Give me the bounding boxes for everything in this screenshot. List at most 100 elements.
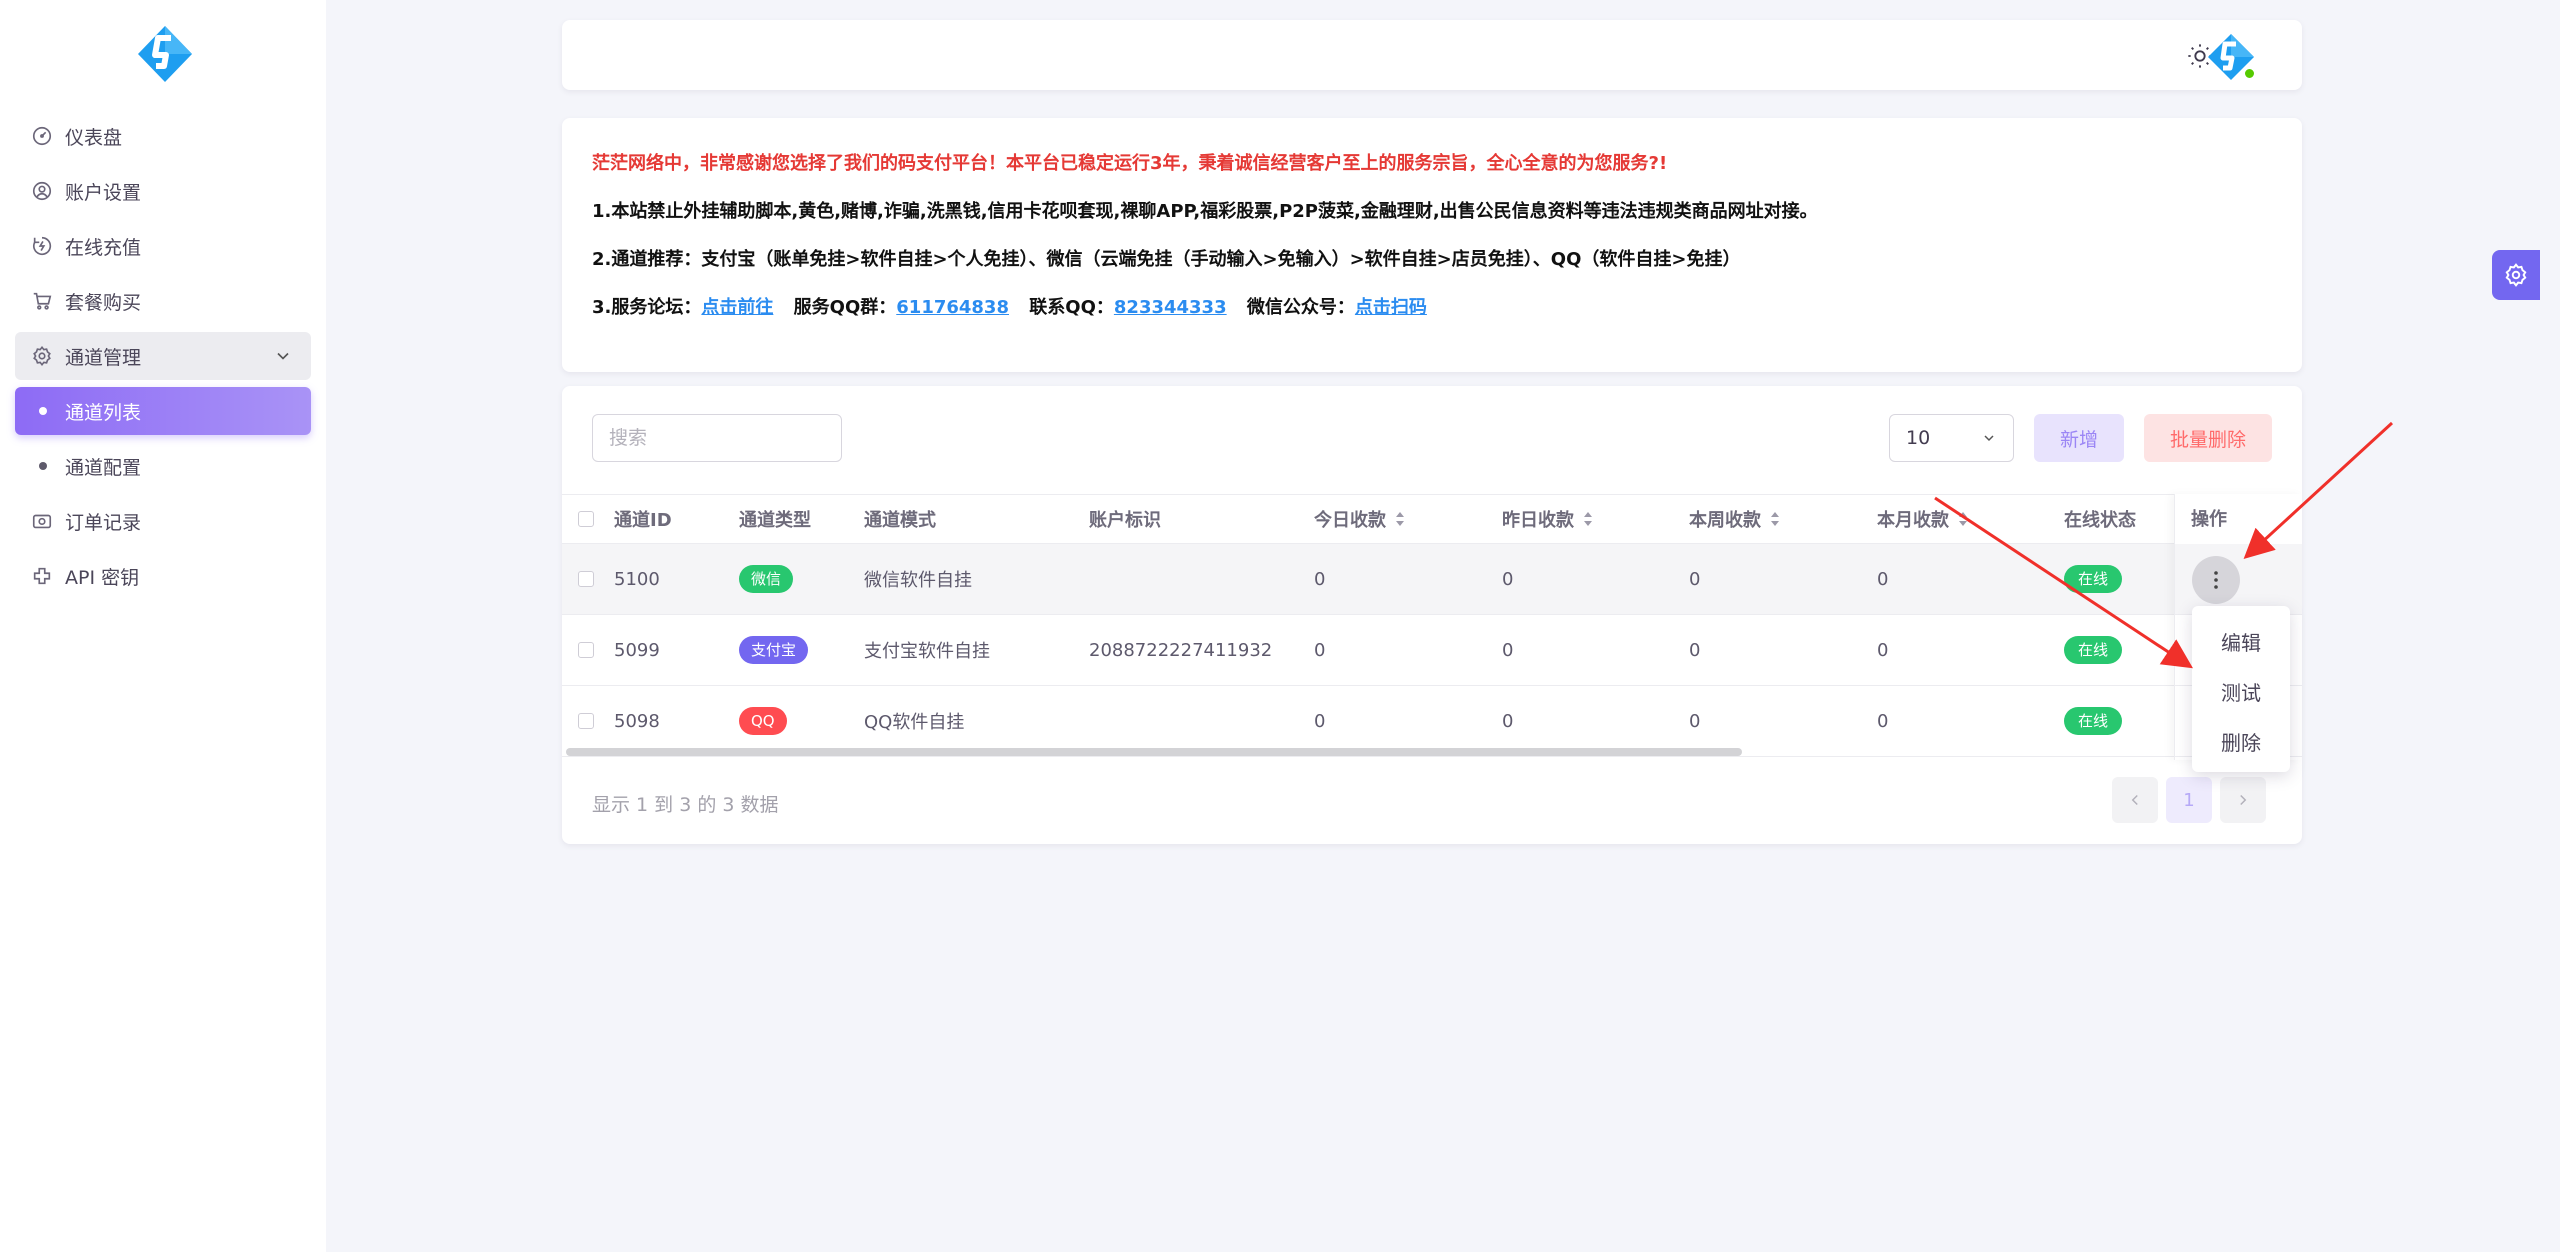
sort-icon[interactable] [1394, 510, 1406, 528]
type-badge: 支付宝 [739, 636, 809, 664]
cell-month: 0 [1877, 568, 1889, 590]
sidebar-item-recharge[interactable]: 在线充值 [15, 222, 311, 270]
cell-month: 0 [1877, 710, 1889, 732]
col-yesterday-income[interactable]: 昨日收款 [1502, 495, 1594, 543]
forum-link[interactable]: 点击前往 [701, 297, 773, 318]
row-checkbox[interactable] [578, 544, 594, 614]
search-input[interactable] [592, 414, 842, 462]
table-header: 通道ID 通道类型 通道模式 账户标识 今日收款 昨日收款 本周收款 本月收款 … [562, 494, 2302, 544]
sort-icon[interactable] [1957, 510, 1969, 528]
bullet-dot-icon [39, 407, 47, 415]
col-operations: 操作 [2191, 509, 2227, 530]
cell-week: 0 [1689, 639, 1701, 661]
table-row[interactable]: 5099 支付宝 支付宝软件自挂 2088722227411932 0 0 0 … [562, 615, 2302, 686]
menu-item-test[interactable]: 测试 [2192, 666, 2290, 716]
sidebar-item-channel-management[interactable]: 通道管理 [15, 332, 311, 380]
avatar[interactable] [2206, 32, 2256, 82]
type-badge: QQ [739, 707, 787, 735]
col-label: 本月收款 [1877, 510, 1949, 531]
page-button-current[interactable]: 1 [2166, 777, 2212, 823]
prev-page-button[interactable] [2112, 777, 2158, 823]
sidebar-item-api-key[interactable]: API 密钥 [15, 552, 311, 600]
notice-rules: 1.本站禁止外挂辅助脚本,黄色,赌博,诈骗,洗黑钱,信用卡花呗套现,裸聊APP,… [592, 201, 1818, 222]
cell-id: 5100 [614, 568, 660, 590]
gear-icon [2505, 263, 2527, 287]
col-channel-mode[interactable]: 通道模式 [864, 495, 936, 543]
sidebar-item-channel-config[interactable]: 通道配置 [15, 442, 311, 490]
qq-group-label: 服务QQ群： [793, 297, 897, 318]
wechat-label: 微信公众号： [1246, 297, 1355, 318]
sidebar-item-label: 订单记录 [65, 511, 142, 534]
recharge-icon [31, 235, 53, 257]
chevron-down-icon [1984, 435, 1994, 442]
announcement-card: 茫茫网络中，非常感谢您选择了我们的码支付平台！本平台已稳定运行3年，秉着诚信经营… [562, 118, 2302, 372]
col-month-income[interactable]: 本月收款 [1877, 495, 1969, 543]
sidebar: 仪表盘 账户设置 在线充值 套餐购买 通道管理 通道列表 通道配置 订单记录 A… [0, 0, 326, 1252]
sidebar-item-account-settings[interactable]: 账户设置 [15, 167, 311, 215]
top-navbar [562, 20, 2302, 90]
sidebar-item-channel-list[interactable]: 通道列表 [15, 387, 311, 435]
row-actions-button[interactable] [2192, 556, 2240, 604]
sidebar-item-label: 通道管理 [65, 346, 142, 369]
add-button[interactable]: 新增 [2034, 414, 2124, 462]
cell-today: 0 [1314, 710, 1326, 732]
sidebar-item-label: 通道列表 [65, 401, 142, 424]
cell-id: 5098 [614, 710, 660, 732]
bullet-dot-icon [39, 462, 47, 470]
cell-yesterday: 0 [1502, 639, 1514, 661]
wechat-scan-link[interactable]: 点击扫码 [1355, 297, 1427, 318]
col-today-income[interactable]: 今日收款 [1314, 495, 1406, 543]
scrollbar-thumb[interactable] [566, 748, 1742, 756]
col-label: 今日收款 [1314, 510, 1386, 531]
status-badge: 在线 [2064, 636, 2123, 664]
page-size-select[interactable]: 10 [1889, 414, 2014, 462]
status-badge: 在线 [2064, 707, 2123, 735]
cell-id: 5099 [614, 639, 660, 661]
notice-recommend: 2.通道推荐：支付宝（账单免挂>软件自挂>个人免挂）、微信（云端免挂（手动输入>… [592, 249, 1741, 270]
contact-qq-label: 联系QQ： [1029, 297, 1114, 318]
camera-icon [31, 510, 53, 532]
menu-item-delete[interactable]: 删除 [2192, 716, 2290, 766]
contact-qq-link[interactable]: 823344333 [1114, 297, 1227, 318]
col-channel-id[interactable]: 通道ID [614, 495, 672, 543]
next-page-button[interactable] [2220, 777, 2266, 823]
sidebar-item-label: 在线充值 [65, 236, 142, 259]
cell-mode: 微信软件自挂 [864, 570, 972, 591]
more-vertical-icon [2214, 571, 2218, 589]
row-checkbox[interactable] [578, 615, 594, 685]
row-checkbox[interactable] [578, 686, 594, 756]
customizer-toggle-button[interactable] [2492, 250, 2540, 300]
chevron-left-icon [2131, 794, 2138, 806]
dashboard-icon [31, 125, 53, 147]
sidebar-item-dashboard[interactable]: 仪表盘 [15, 112, 311, 160]
cell-mode: QQ软件自挂 [864, 712, 965, 733]
menu-item-edit[interactable]: 编辑 [2192, 616, 2290, 666]
user-circle-icon [31, 180, 53, 202]
sort-icon[interactable] [1582, 510, 1594, 528]
pagination-info: 显示 1 到 3 的 3 数据 [592, 794, 779, 816]
batch-delete-button[interactable]: 批量删除 [2144, 414, 2272, 462]
api-icon [31, 565, 53, 587]
table-row[interactable]: 5100 微信 微信软件自挂 0 0 0 0 在线 [562, 544, 2302, 615]
sidebar-item-label: 账户设置 [65, 181, 142, 204]
brand-logo[interactable] [136, 24, 194, 84]
cart-icon [31, 290, 53, 312]
cell-week: 0 [1689, 710, 1701, 732]
status-badge: 在线 [2064, 565, 2123, 593]
horizontal-scrollbar[interactable] [566, 748, 2170, 756]
col-channel-type[interactable]: 通道类型 [739, 495, 811, 543]
col-online-status[interactable]: 在线状态 [2064, 495, 2136, 543]
sidebar-item-label: 仪表盘 [65, 126, 123, 149]
qq-group-link[interactable]: 611764838 [896, 297, 1009, 318]
sort-icon[interactable] [1769, 510, 1781, 528]
table-row[interactable]: 5098 QQ QQ软件自挂 0 0 0 0 在线 [562, 686, 2302, 757]
sidebar-item-package-purchase[interactable]: 套餐购买 [15, 277, 311, 325]
type-badge: 微信 [739, 565, 794, 593]
settings-icon [31, 345, 53, 367]
sidebar-item-order-records[interactable]: 订单记录 [15, 497, 311, 545]
select-all-checkbox[interactable] [578, 495, 594, 543]
channel-table-card: 10 新增 批量删除 通道ID 通道类型 通道模式 账户标识 今日收款 昨日收款… [562, 386, 2302, 844]
page-size-value: 10 [1906, 427, 1931, 449]
col-account-id[interactable]: 账户标识 [1089, 495, 1161, 543]
col-week-income[interactable]: 本周收款 [1689, 495, 1781, 543]
